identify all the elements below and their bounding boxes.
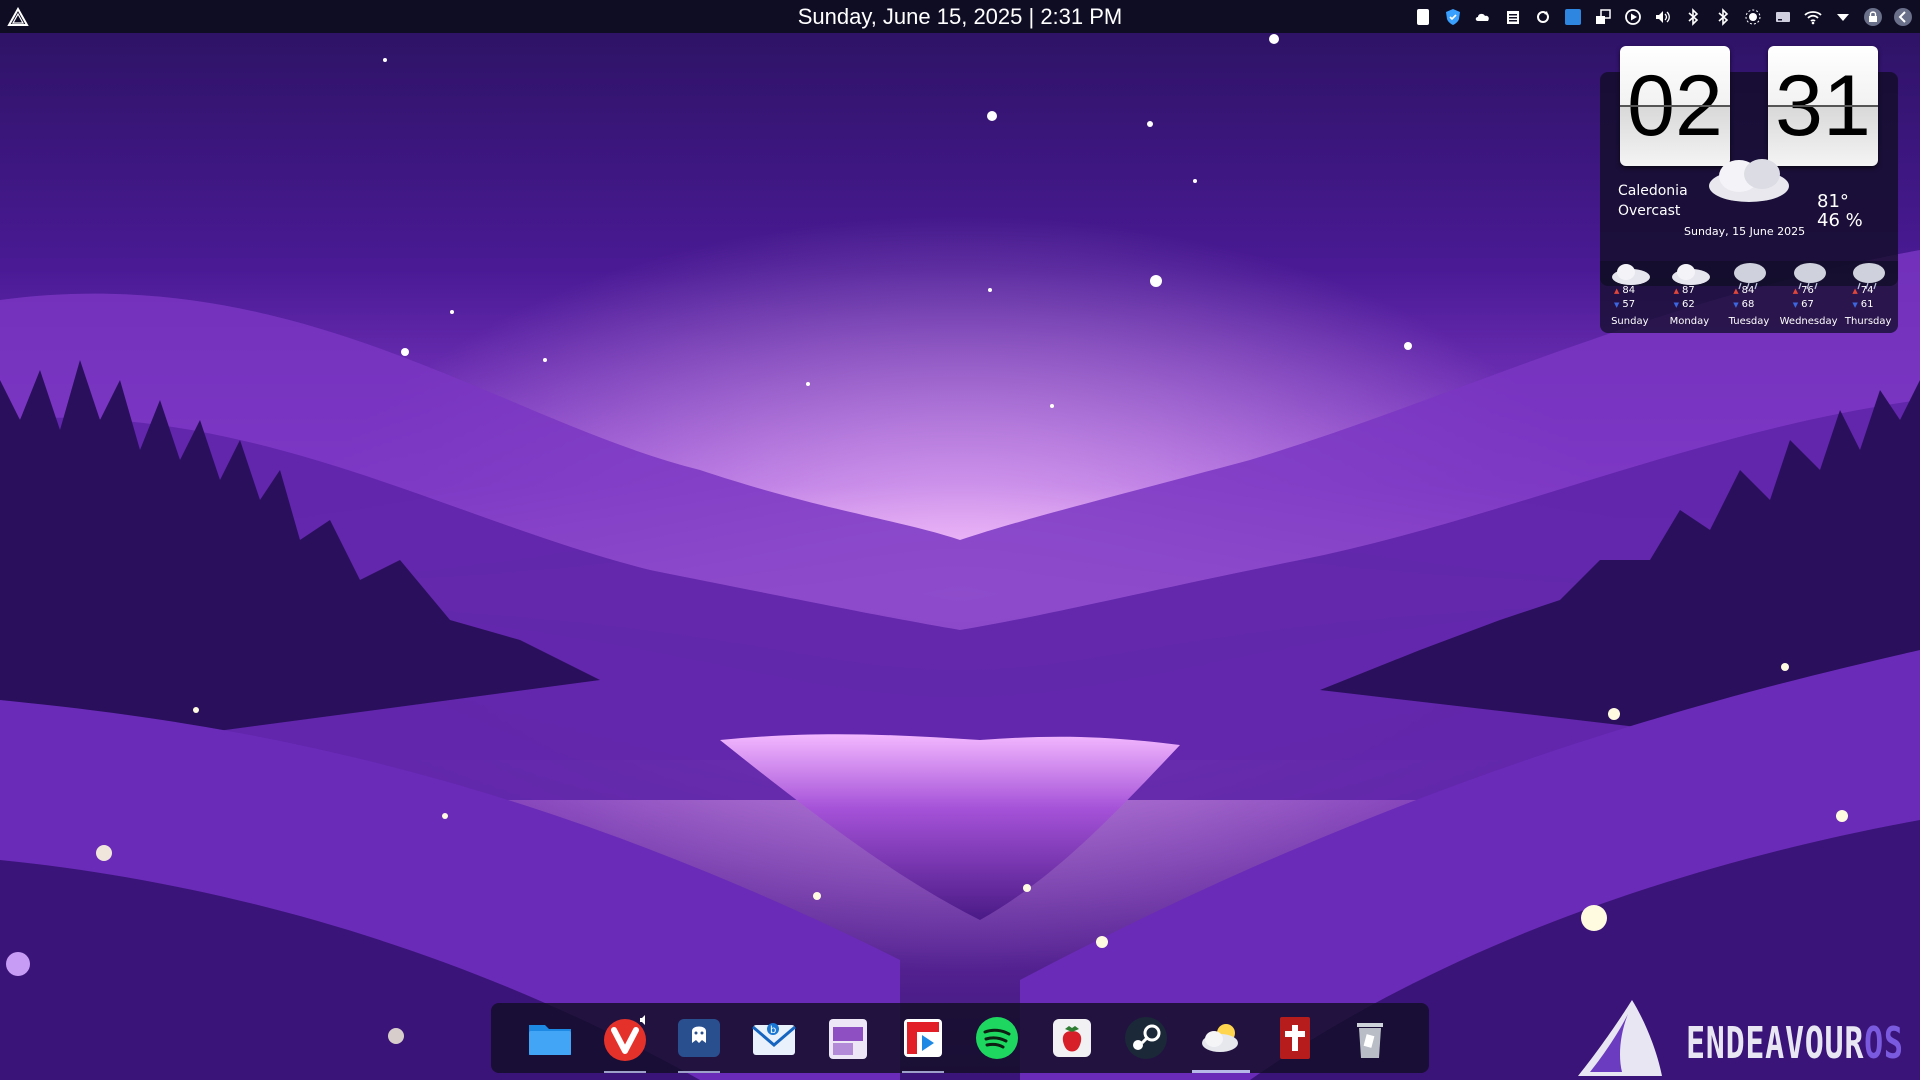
spotify-icon[interactable]: [970, 1011, 1024, 1065]
sync-icon[interactable]: [1532, 6, 1554, 28]
forecast-low: 57: [1614, 299, 1635, 310]
forecast-day: 87 62 Monday: [1660, 261, 1720, 333]
lock-icon[interactable]: [1862, 6, 1884, 28]
weather-temperature: 81°: [1817, 191, 1849, 212]
forecast-day: 84 68 Tuesday: [1719, 261, 1779, 333]
system-tray: [1412, 0, 1914, 33]
windows-icon[interactable]: [1592, 6, 1614, 28]
dock: b: [491, 1003, 1429, 1073]
weather-humidity: 46 %: [1817, 210, 1863, 231]
weather-date: Sunday, 15 June 2025: [1684, 225, 1806, 238]
wifi-icon[interactable]: [1802, 6, 1824, 28]
forecast-low: 62: [1674, 299, 1695, 310]
bible-app-icon[interactable]: [1268, 1011, 1322, 1065]
drive-icon[interactable]: [1772, 6, 1794, 28]
forecast-day: 74 61 Thursday: [1838, 261, 1898, 333]
top-panel: Sunday, June 15, 2025 | 2:31 PM: [0, 0, 1920, 33]
brightness-icon[interactable]: [1742, 6, 1764, 28]
brand-text-main: ENDEAVOUR: [1686, 1018, 1865, 1069]
weather-app-icon[interactable]: [1191, 1011, 1250, 1073]
vivaldi-browser-icon[interactable]: [598, 1011, 652, 1073]
file-manager-icon[interactable]: [523, 1011, 577, 1065]
bluetooth-icon[interactable]: [1712, 6, 1734, 28]
bluemail-icon[interactable]: b: [747, 1011, 801, 1065]
flipboard-player-icon[interactable]: [896, 1011, 950, 1073]
forecast-day-name: Tuesday: [1728, 316, 1770, 327]
weather-location: Caledonia: [1618, 183, 1688, 199]
forecast-high: 84: [1614, 285, 1635, 296]
clipboard-icon[interactable]: [1502, 6, 1524, 28]
forecast-low: 68: [1733, 299, 1755, 310]
forecast-low: 67: [1793, 299, 1814, 310]
brand-text-accent: OS: [1864, 1018, 1904, 1069]
forecast-day: 84 57 Sunday: [1600, 261, 1660, 333]
svg-text:b: b: [770, 1025, 776, 1036]
ghost-app-icon[interactable]: [672, 1011, 726, 1073]
forecast-day-name: Wednesday: [1779, 316, 1838, 327]
trash-icon[interactable]: [1343, 1011, 1397, 1065]
panel-clock[interactable]: Sunday, June 15, 2025 | 2:31 PM: [798, 4, 1123, 29]
notes-icon[interactable]: [1412, 6, 1434, 28]
clock-weather-widget: 02 31 Caledonia Overcast 81° 46 % Sunday…: [1600, 46, 1900, 336]
screen-icon[interactable]: [1562, 6, 1584, 28]
endeavouros-logo: ENDEAVOUROS: [1562, 996, 1918, 1080]
forecast-day-name: Thursday: [1844, 316, 1892, 327]
shield-icon[interactable]: [1442, 6, 1464, 28]
forecast-day: 76 67 Wednesday: [1779, 261, 1839, 333]
steam-icon[interactable]: [1119, 1011, 1173, 1065]
chevron-down-icon[interactable]: [1832, 6, 1854, 28]
volume-icon[interactable]: [1652, 6, 1674, 28]
forecast-high: 76: [1793, 285, 1814, 296]
forecast-high: 87: [1674, 285, 1695, 296]
forecast-high: 74: [1852, 285, 1874, 296]
weather-forecast: 84 57 Sunday 87 62 Monday 84 68 Tuesday …: [1600, 261, 1898, 333]
media-player-icon[interactable]: [1622, 6, 1644, 28]
weather-icon[interactable]: [1472, 6, 1494, 28]
weather-condition: Overcast: [1618, 203, 1681, 219]
overcast-icon: [1704, 148, 1794, 212]
forecast-day-name: Monday: [1669, 316, 1710, 327]
bluetooth-icon[interactable]: [1682, 6, 1704, 28]
forecast-high: 84: [1733, 285, 1755, 296]
endeavouros-launcher-icon[interactable]: [6, 5, 30, 29]
grape-app-icon[interactable]: [821, 1011, 875, 1065]
endeavouros-wordmark: ENDEAVOUROS: [1686, 1018, 1904, 1069]
strawberry-music-icon[interactable]: [1045, 1011, 1099, 1065]
forecast-day-name: Sunday: [1611, 316, 1649, 327]
forecast-low: 61: [1852, 299, 1874, 310]
logout-icon[interactable]: [1892, 6, 1914, 28]
